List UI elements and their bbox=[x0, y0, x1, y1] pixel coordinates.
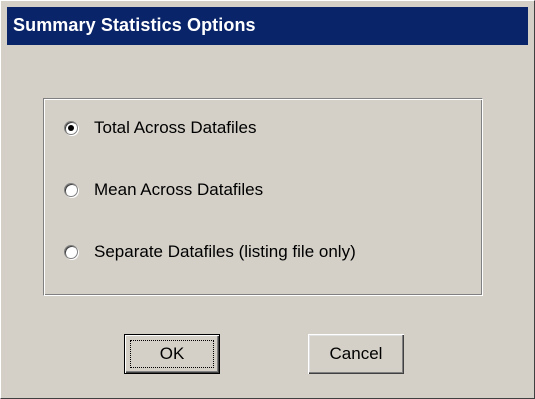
title-bar[interactable]: Summary Statistics Options bbox=[7, 7, 528, 45]
focus-rectangle bbox=[130, 340, 214, 368]
radio-button-icon[interactable] bbox=[64, 121, 78, 135]
radio-label-separate[interactable]: Separate Datafiles (listing file only) bbox=[94, 242, 356, 262]
radio-label-total-across[interactable]: Total Across Datafiles bbox=[94, 118, 257, 138]
dialog-title: Summary Statistics Options bbox=[13, 15, 256, 35]
radio-selected-dot-icon bbox=[68, 125, 74, 131]
summary-statistics-options-dialog: Summary Statistics Options Total Across … bbox=[0, 0, 535, 399]
summary-options-group: Total Across Datafiles Mean Across Dataf… bbox=[43, 98, 483, 296]
cancel-button[interactable]: Cancel bbox=[308, 334, 404, 374]
radio-option-mean-across[interactable]: Mean Across Datafiles bbox=[64, 178, 263, 202]
radio-label-mean-across[interactable]: Mean Across Datafiles bbox=[94, 180, 263, 200]
radio-option-total-across[interactable]: Total Across Datafiles bbox=[64, 116, 257, 140]
ok-button[interactable]: OK bbox=[124, 334, 220, 374]
radio-button-icon[interactable] bbox=[64, 183, 78, 197]
cancel-button-label: Cancel bbox=[329, 344, 383, 363]
radio-button-icon[interactable] bbox=[64, 245, 78, 259]
radio-option-separate[interactable]: Separate Datafiles (listing file only) bbox=[64, 240, 356, 264]
